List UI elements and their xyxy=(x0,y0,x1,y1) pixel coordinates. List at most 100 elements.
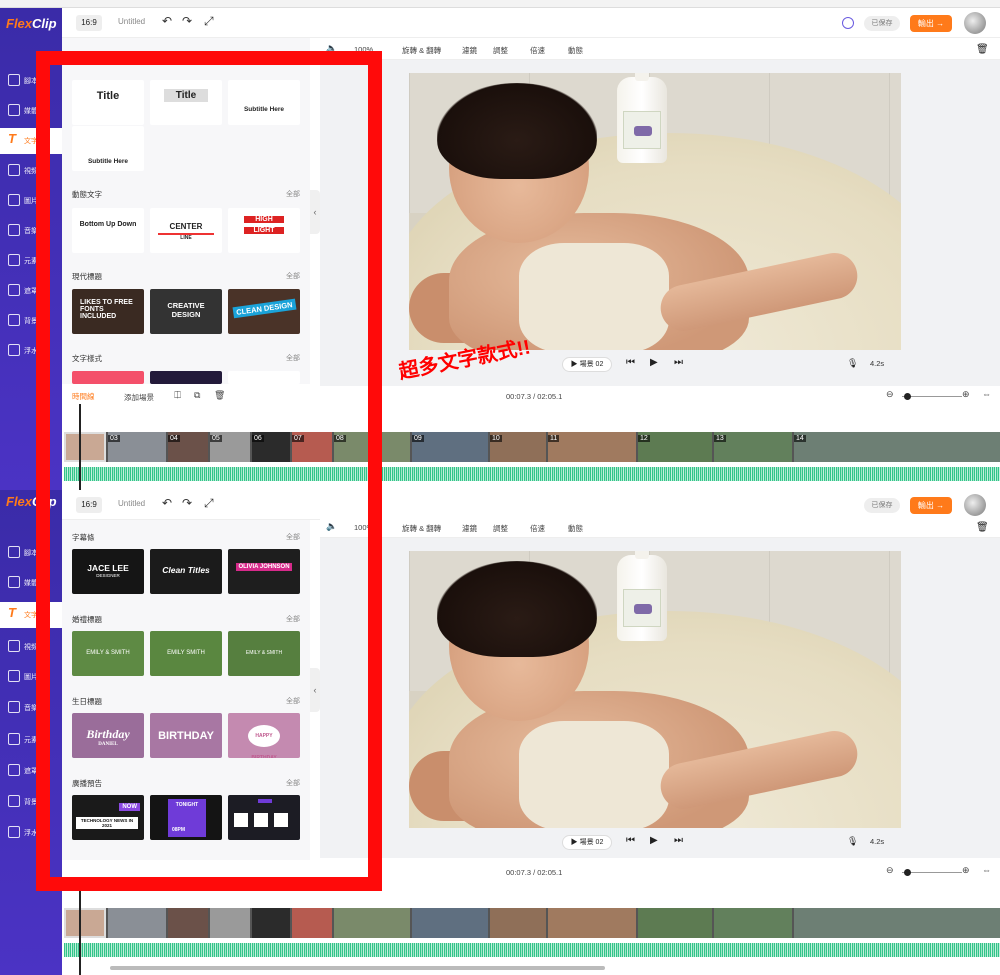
nav-item-elements[interactable]: 元素 xyxy=(0,248,62,274)
play-icon[interactable]: ▶ xyxy=(650,835,658,846)
template-card-broadcast-2[interactable]: TONIGHT 08PM xyxy=(150,795,222,840)
scene-selector[interactable]: ▶ 場景 02 xyxy=(562,835,612,850)
fit-timeline-icon[interactable]: ⇔ xyxy=(982,389,991,399)
template-card-birthday-2[interactable]: BIRTHDAY xyxy=(150,713,222,758)
template-card-bottom-up[interactable]: Bottom Up Down xyxy=(72,208,144,253)
nav-item-mask[interactable]: 遮罩 xyxy=(0,278,62,304)
nav-item-video[interactable]: 視頻 xyxy=(0,158,62,184)
scene-selector[interactable]: ▶ 場景 02 xyxy=(562,357,612,372)
adjust-button[interactable]: 調整 xyxy=(493,45,508,56)
scene-clip[interactable] xyxy=(714,908,792,938)
scene-clip[interactable] xyxy=(638,908,712,938)
template-card-subtitle-1[interactable]: Subtitle Here xyxy=(228,80,300,125)
trash-icon[interactable]: 🗑 xyxy=(976,44,989,55)
redo-icon[interactable]: ↷ xyxy=(182,496,192,510)
microphone-icon[interactable]: 🎙 xyxy=(847,836,858,847)
zoom-in-icon[interactable]: ⊕ xyxy=(962,389,970,400)
scene-clip[interactable] xyxy=(108,908,166,938)
scene-clip[interactable] xyxy=(64,908,106,938)
microphone-icon[interactable]: 🎙 xyxy=(847,358,858,369)
aspect-ratio-button[interactable]: 16:9 xyxy=(76,15,102,31)
nav-item-image[interactable]: 圖片 xyxy=(0,188,62,214)
scene-clip[interactable]: 12 xyxy=(638,432,712,462)
preview-photo[interactable] xyxy=(409,551,901,828)
collapse-panel-button[interactable]: ‹ xyxy=(310,190,320,234)
scene-clip[interactable] xyxy=(412,908,488,938)
fullscreen-icon[interactable]: ⤢ xyxy=(204,496,214,511)
template-card-olivia[interactable]: OLIVIA JOHNSON xyxy=(228,549,300,594)
audio-waveform[interactable] xyxy=(64,943,1000,957)
nav-item-elements[interactable]: 元素 xyxy=(0,727,62,753)
nav-item-storyboard[interactable]: 腳本 xyxy=(0,68,62,94)
scene-clip[interactable]: 09 xyxy=(412,432,488,462)
scene-clip[interactable] xyxy=(292,908,332,938)
nav-item-media[interactable]: 媒體 xyxy=(0,570,62,596)
zoom-level[interactable]: 100% xyxy=(354,45,373,54)
speed-button[interactable]: 倍速 xyxy=(530,45,545,56)
playhead[interactable] xyxy=(79,885,81,975)
template-card-highlight[interactable]: HIGH LIGHT xyxy=(228,208,300,253)
scene-duration[interactable]: 4.2s xyxy=(870,837,884,846)
zoom-slider-handle[interactable] xyxy=(904,393,911,400)
filter-button[interactable]: 濾鏡 xyxy=(462,523,477,534)
scene-clip[interactable]: 05 xyxy=(210,432,250,462)
zoom-level[interactable]: 100% xyxy=(354,523,373,532)
zoom-in-icon[interactable]: ⊕ xyxy=(962,865,970,876)
template-card-wedding-1[interactable]: EMILY & SMITH xyxy=(72,631,144,676)
play-icon[interactable]: ▶ xyxy=(650,357,658,368)
nav-item-watermark[interactable]: 浮水印 xyxy=(0,338,62,364)
see-all-link[interactable]: 全部 xyxy=(286,532,300,542)
export-button[interactable]: 輸出 → xyxy=(910,497,952,514)
volume-icon[interactable]: 🔈 xyxy=(326,521,337,532)
template-card-wedding-2[interactable]: EMILY SMITH xyxy=(150,631,222,676)
rotate-flip-button[interactable]: 旋轉 & 翻轉 xyxy=(402,523,441,534)
template-card-jace-lee[interactable]: JACE LEE DESIGNER xyxy=(72,549,144,594)
scene-clip[interactable]: 04 xyxy=(168,432,208,462)
scene-clip[interactable]: 14 xyxy=(794,432,1000,462)
template-card-style-3[interactable] xyxy=(228,371,300,384)
trash-icon[interactable]: 🗑 xyxy=(976,522,989,533)
playhead[interactable] xyxy=(79,404,81,490)
template-card-modern-2[interactable]: CREATIVE DESIGN xyxy=(150,289,222,334)
audio-waveform[interactable] xyxy=(64,467,1000,481)
see-all-link[interactable]: 全部 xyxy=(286,271,300,281)
zoom-out-icon[interactable]: ⊖ xyxy=(886,865,894,876)
scene-clip[interactable]: 07 xyxy=(292,432,332,462)
next-icon[interactable]: ⏭ xyxy=(674,357,683,368)
previous-icon[interactable]: ⏮ xyxy=(626,357,635,368)
scene-clip[interactable] xyxy=(794,908,1000,938)
fullscreen-icon[interactable]: ⤢ xyxy=(204,14,214,29)
nav-item-background[interactable]: 背景 xyxy=(0,789,62,815)
scene-clip[interactable] xyxy=(64,432,106,462)
project-title[interactable]: Untitled xyxy=(118,499,145,508)
add-scene-button[interactable]: 添加場景 xyxy=(124,392,154,403)
scene-clip[interactable] xyxy=(252,908,290,938)
copy-icon[interactable]: ⧉ xyxy=(194,390,200,401)
horizontal-scrollbar[interactable] xyxy=(110,966,605,970)
next-icon[interactable]: ⏭ xyxy=(674,835,683,846)
zoom-out-icon[interactable]: ⊖ xyxy=(886,389,894,400)
scene-clip[interactable]: 10 xyxy=(490,432,546,462)
scene-clip[interactable]: 06 xyxy=(252,432,290,462)
see-all-link[interactable]: 全部 xyxy=(286,778,300,788)
template-card-title-1[interactable]: Title xyxy=(72,80,144,125)
redo-icon[interactable]: ↷ xyxy=(182,14,192,28)
see-all-link[interactable]: 全部 xyxy=(286,696,300,706)
timeline-mode-toggle[interactable]: 時間線 xyxy=(72,391,95,402)
scene-clip[interactable]: 08 xyxy=(334,432,410,462)
animation-button[interactable]: 動態 xyxy=(568,523,583,534)
nav-item-music[interactable]: 音樂 xyxy=(0,695,62,721)
template-card-modern-1[interactable]: LIKES TO FREE FONTS INCLUDED xyxy=(72,289,144,334)
template-card-modern-3[interactable]: CLEAN DESIGN xyxy=(228,289,300,334)
see-all-link[interactable]: 全部 xyxy=(286,614,300,624)
zoom-slider[interactable] xyxy=(902,872,962,873)
avatar[interactable] xyxy=(964,12,986,34)
nav-item-image[interactable]: 圖片 xyxy=(0,664,62,690)
animation-button[interactable]: 動態 xyxy=(568,45,583,56)
avatar[interactable] xyxy=(964,494,986,516)
template-card-birthday-1[interactable]: Birthday DANIEL xyxy=(72,713,144,758)
nav-item-background[interactable]: 背景 xyxy=(0,308,62,334)
nav-item-mask[interactable]: 遮罩 xyxy=(0,758,62,784)
scene-clip[interactable] xyxy=(548,908,636,938)
template-card-center-line[interactable]: CENTER LINE xyxy=(150,208,222,253)
